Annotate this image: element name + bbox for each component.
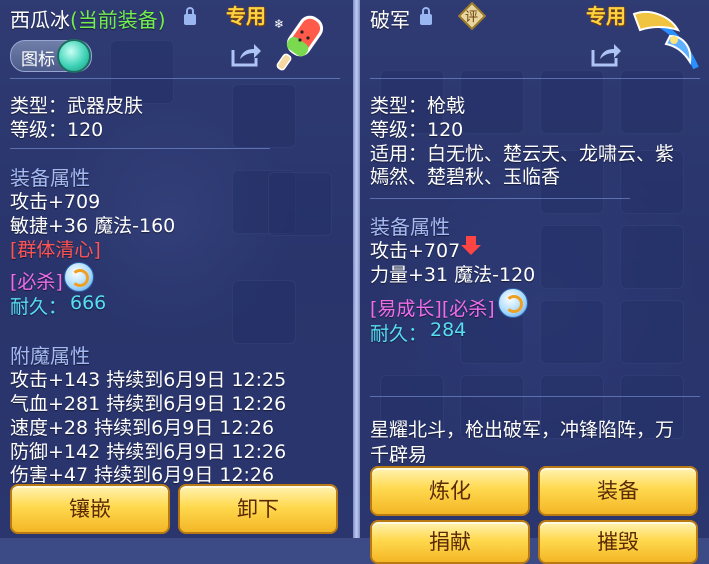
compare-equipment-panel: 破军 评 专用 类型：枪戟 等级：120 适用：白无忧、楚云天、龙啸云、紫 嫣然…: [360, 0, 709, 564]
icon-toggle-chip[interactable]: 图标: [10, 39, 92, 73]
durability-label: 耐久：: [10, 296, 68, 318]
svg-text:❄: ❄: [274, 17, 284, 31]
refresh-icon[interactable]: [498, 288, 528, 318]
inlay-button[interactable]: 镶嵌: [10, 484, 170, 534]
item-applicable-cont: 嫣然、楚碧秋、玉临香: [370, 166, 561, 188]
item-name: 破军: [370, 8, 410, 32]
equipped-tag: (当前装备): [70, 8, 166, 32]
attr-line: 攻击+709: [10, 191, 101, 213]
exclusive-badge: 专用: [586, 4, 626, 28]
item-level: 等级：120: [10, 119, 104, 141]
divider-line: [370, 78, 700, 79]
attr-line: 敏捷+36 魔法-160: [10, 215, 176, 237]
gem-orb-icon: [57, 39, 91, 73]
enchant-line: 伤害+47 持续到6月9日 12:26: [10, 464, 275, 486]
enchant-line: 攻击+143 持续到6月9日 12:25: [10, 369, 287, 391]
decrease-arrow-icon: [461, 236, 481, 255]
item-description-cont: 千辟易: [370, 444, 428, 466]
lock-icon[interactable]: [184, 7, 196, 25]
share-icon[interactable]: [590, 42, 622, 68]
special-effect: [必杀]: [10, 271, 63, 293]
special-effect: [群体清心]: [10, 239, 101, 261]
popsicle-item-icon: ❄: [274, 15, 324, 71]
unequip-button[interactable]: 卸下: [178, 484, 338, 534]
divider-line: [10, 148, 270, 149]
refresh-icon[interactable]: [64, 262, 94, 292]
item-type: 类型：武器皮肤: [10, 95, 144, 117]
partial-button[interactable]: 摧毁: [538, 520, 698, 564]
lock-icon[interactable]: [420, 7, 432, 25]
enchant-line: 速度+28 持续到6月9日 12:26: [10, 417, 275, 439]
special-effect: [易成长][必杀]: [370, 298, 495, 320]
icon-chip-label: 图标: [21, 50, 55, 70]
divider-line: [370, 396, 700, 397]
partial-button[interactable]: 捐献: [370, 520, 530, 564]
spear-item-icon: [632, 11, 699, 70]
attr-line: 攻击+707: [370, 240, 461, 262]
equip-button[interactable]: 装备: [538, 466, 698, 516]
refine-button[interactable]: 炼化: [370, 466, 530, 516]
durability-value: 284: [430, 319, 467, 341]
current-equipment-panel: 西瓜冰 (当前装备) 专用 ❄ 图标 类型：武器皮肤 等级：120 装备属性 攻…: [0, 0, 353, 538]
enchant-line: 气血+281 持续到6月9日 12:26: [10, 393, 287, 415]
share-icon[interactable]: [230, 42, 262, 68]
panel-divider: [353, 0, 360, 538]
rating-icon[interactable]: 评: [458, 2, 486, 30]
attr-line: 力量+31 魔法-120: [370, 264, 536, 286]
divider-line: [370, 198, 630, 199]
item-description: 星耀北斗，枪出破军，冲锋陷阵，万: [370, 419, 675, 441]
divider-line: [10, 78, 340, 79]
item-level: 等级：120: [370, 119, 464, 141]
item-type: 类型：枪戟: [370, 95, 466, 117]
svg-text:评: 评: [465, 10, 478, 25]
exclusive-badge: 专用: [226, 4, 266, 28]
durability-label: 耐久：: [370, 323, 428, 345]
durability-value: 666: [70, 292, 107, 314]
item-name: 西瓜冰: [10, 8, 70, 32]
